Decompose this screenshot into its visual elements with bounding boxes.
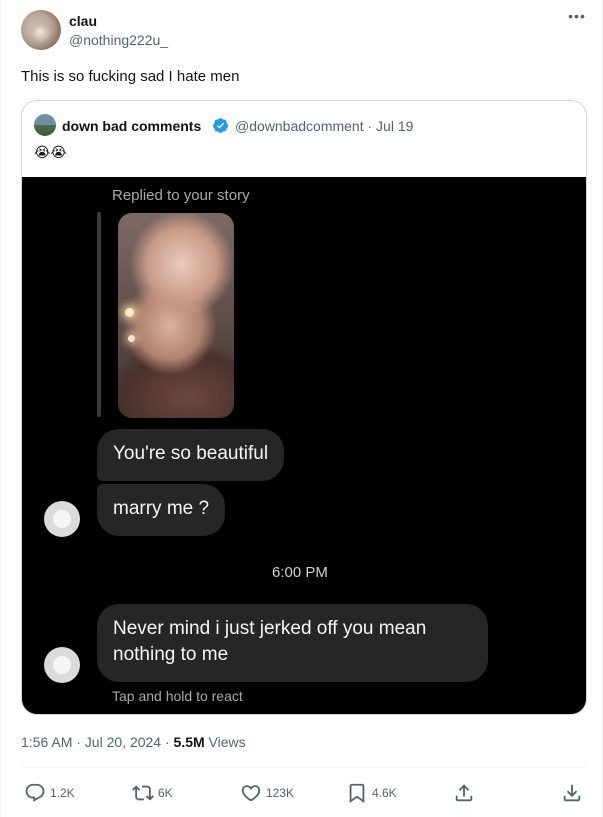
more-options-button[interactable]: ••• [567, 8, 587, 28]
views-label: Views [204, 734, 246, 750]
bookmark-count: 4.6K [372, 786, 397, 800]
retweet-button[interactable]: 6K [132, 782, 173, 804]
dm-message-bubble: You're so beautiful [97, 429, 285, 481]
quote-handle-date: @downbadcomment · Jul 19 [235, 118, 414, 134]
dm-message-bubble: marry me ? [97, 484, 226, 536]
retweet-icon [132, 785, 154, 801]
tweet: clau @nothing222u_ ••• This is so fuckin… [0, 0, 603, 817]
like-button[interactable]: 123K [240, 782, 294, 804]
tweet-timestamp: 1:56 AM · Jul 20, 2024 · 5.5M Views [21, 734, 246, 750]
quoted-tweet[interactable]: down bad comments @downbadcomment · Jul … [21, 100, 587, 715]
quote-author-name: down bad comments [62, 118, 202, 134]
divider [21, 767, 587, 768]
verified-badge-icon [213, 118, 228, 133]
reply-button[interactable]: 1.2K [24, 782, 75, 804]
download-button[interactable] [561, 782, 583, 804]
share-icon [455, 784, 473, 802]
author-avatar[interactable] [21, 10, 61, 50]
quote-avatar [34, 114, 56, 136]
retweet-count: 6K [158, 786, 173, 800]
heart-icon [241, 785, 261, 802]
dm-message-bubble: Never mind i just jerked off you mean no… [97, 604, 488, 682]
share-button[interactable] [453, 782, 475, 804]
download-icon [563, 784, 581, 802]
reply-count: 1.2K [50, 786, 75, 800]
bookmark-icon [349, 783, 365, 804]
quote-text: 😭😭 [34, 144, 67, 160]
dm-react-hint: Tap and hold to react [112, 688, 243, 704]
author-handle[interactable]: @nothing222u_ [69, 32, 168, 48]
author-name[interactable]: clau [69, 13, 97, 29]
views-count: 5.5M [173, 734, 205, 750]
dm-sender-avatar [44, 501, 80, 537]
dm-replied-label: Replied to your story [112, 187, 250, 204]
bookmark-button[interactable]: 4.6K [346, 782, 397, 804]
dm-screenshot: Replied to your story You're so beautifu… [22, 177, 586, 714]
timestamp-text[interactable]: 1:56 AM · Jul 20, 2024 · [21, 734, 174, 750]
dm-timestamp: 6:00 PM [272, 564, 328, 581]
dm-story-image [118, 213, 234, 418]
like-count: 123K [266, 786, 295, 800]
dm-reply-bar [97, 212, 101, 417]
reply-icon [25, 783, 45, 802]
tweet-text: This is so fucking sad I hate men [21, 68, 240, 85]
dm-sender-avatar [44, 647, 80, 683]
